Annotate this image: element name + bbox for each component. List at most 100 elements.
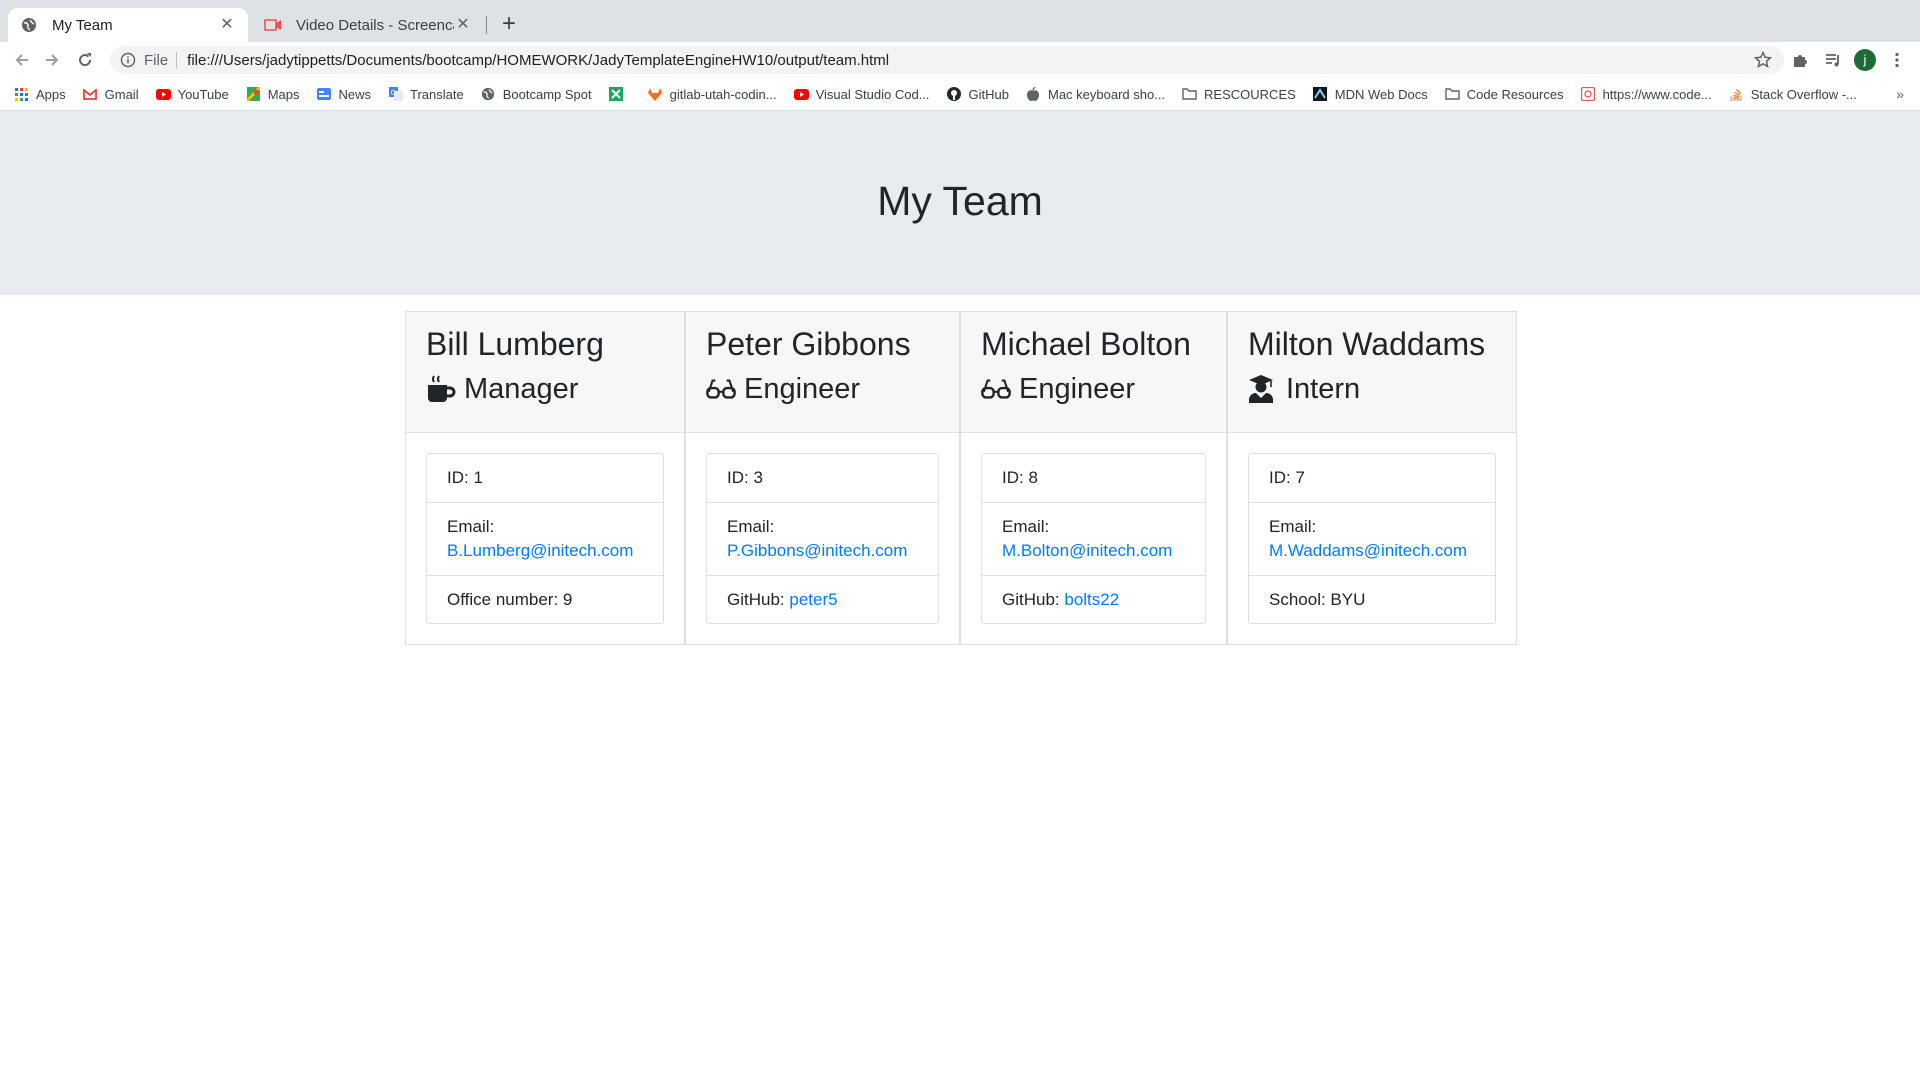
github-link[interactable]: bolts22 <box>1064 588 1119 612</box>
globe-icon <box>481 87 496 102</box>
bookmark-folder-code-resources[interactable]: Code Resources <box>1445 87 1564 102</box>
details-list: ID: 3 Email: P.Gibbons@initech.com GitHu… <box>706 453 939 624</box>
email-label: Email: <box>447 517 495 536</box>
new-tab-button[interactable]: + <box>496 12 522 38</box>
browser-toolbar: File file:///Users/jadytippetts/Document… <box>0 42 1920 78</box>
bookmark-youtube[interactable]: YouTube <box>155 86 229 102</box>
more-vertical-icon <box>1895 52 1899 68</box>
translate-icon: G <box>388 87 403 102</box>
media-control-button[interactable] <box>1821 48 1845 72</box>
bookmark-translate[interactable]: G Translate <box>388 87 464 102</box>
page-content: My Team Bill Lumberg Manager ID: 1 Email… <box>0 111 1920 1080</box>
profile-button[interactable]: j <box>1853 48 1877 72</box>
id-item: ID: 1 <box>447 468 483 487</box>
back-arrow-icon <box>15 54 28 66</box>
menu-button[interactable] <box>1885 48 1909 72</box>
github-link[interactable]: peter5 <box>789 588 837 612</box>
folder-icon <box>1182 87 1197 102</box>
bookmark-bootcamp-spot[interactable]: Bootcamp Spot <box>481 87 592 102</box>
bookmark-spreadsheet[interactable] <box>609 87 631 102</box>
email-label: Email: <box>727 517 775 536</box>
bookmark-star-icon[interactable] <box>1754 51 1772 69</box>
bookmark-visual-studio-code[interactable]: Visual Studio Cod... <box>793 87 930 102</box>
employee-card: Milton Waddams Intern ID: 7 Email: M.Wad… <box>1227 311 1517 645</box>
email-link[interactable]: M.Waddams@initech.com <box>1269 541 1467 560</box>
email-label: Email: <box>1269 517 1317 536</box>
reload-icon <box>79 53 92 67</box>
email-link[interactable]: M.Bolton@initech.com <box>1002 541 1172 560</box>
info-icon[interactable] <box>120 52 136 68</box>
gitlab-icon <box>648 87 663 102</box>
bookmark-gmail[interactable]: Gmail <box>83 87 139 102</box>
bookmark-label: Apps <box>36 86 66 102</box>
employee-card: Bill Lumberg Manager ID: 1 Email: B.Lumb… <box>405 311 685 645</box>
bookmark-github[interactable]: GitHub <box>947 87 1009 102</box>
page-title: My Team <box>877 177 1043 224</box>
codecademy-icon <box>1581 87 1596 102</box>
github-icon <box>947 87 962 102</box>
reload-button[interactable] <box>73 48 97 72</box>
graduate-icon <box>1248 374 1278 404</box>
apps-grid-icon <box>14 87 29 102</box>
bookmark-folder-rescources[interactable]: RESCOURCES <box>1182 87 1296 102</box>
apple-icon <box>1026 87 1041 102</box>
bookmark-mac-keyboard[interactable]: Mac keyboard sho... <box>1026 87 1165 102</box>
bookmark-label: Gmail <box>104 86 139 102</box>
github-label: GitHub: <box>727 589 790 609</box>
bookmark-stack-overflow[interactable]: Stack Overflow -... <box>1729 87 1857 102</box>
bookmarks-overflow-button[interactable]: » <box>1896 86 1904 102</box>
bookmark-apps[interactable]: Apps <box>14 87 66 102</box>
close-icon[interactable]: ✕ <box>218 16 236 34</box>
github-item: GitHub: peter5 <box>707 575 938 623</box>
email-link[interactable]: P.Gibbons@initech.com <box>727 541 907 560</box>
employee-card: Peter Gibbons Engineer ID: 3 Email: P.Gi… <box>685 311 960 645</box>
bookmark-gitlab[interactable]: gitlab-utah-codin... <box>648 87 777 102</box>
url-scheme: File <box>144 51 178 69</box>
employee-role: Engineer <box>981 370 1206 408</box>
role-label: Manager <box>464 373 579 405</box>
screencastify-icon <box>264 16 282 34</box>
card-header: Bill Lumberg Manager <box>406 312 684 433</box>
employee-name: Bill Lumberg <box>426 326 604 362</box>
extensions-button[interactable] <box>1788 48 1812 72</box>
bookmark-news[interactable]: News <box>316 87 371 102</box>
address-bar[interactable]: File file:///Users/jadytippetts/Document… <box>110 46 1784 74</box>
details-list: ID: 1 Email: B.Lumberg@initech.com Offic… <box>426 453 664 624</box>
tab-title: My Team <box>52 16 113 34</box>
mug-icon <box>426 374 456 404</box>
playlist-icon <box>1826 54 1839 67</box>
employee-role: Engineer <box>706 370 939 408</box>
card-header: Milton Waddams Intern <box>1228 312 1516 433</box>
email-link[interactable]: B.Lumberg@initech.com <box>447 541 633 560</box>
email-item: Email: M.Waddams@initech.com <box>1249 502 1495 575</box>
back-button[interactable] <box>10 48 34 72</box>
office-number-item: Office number: 9 <box>427 575 663 623</box>
url-text[interactable]: file:///Users/jadytippetts/Documents/boo… <box>187 52 889 69</box>
bookmark-mdn[interactable]: MDN Web Docs <box>1313 87 1428 102</box>
card-body: ID: 7 Email: M.Waddams@initech.com Schoo… <box>1228 433 1516 644</box>
team-cards: Bill Lumberg Manager ID: 1 Email: B.Lumb… <box>405 311 1517 645</box>
bookmark-maps[interactable]: Maps <box>246 87 299 102</box>
tab-video-details[interactable]: Video Details - Screencastify ✕ <box>252 8 484 42</box>
close-icon[interactable]: ✕ <box>454 16 472 34</box>
id-item: ID: 3 <box>727 468 763 487</box>
page-header: My Team <box>0 111 1920 295</box>
tab-my-team[interactable]: My Team ✕ <box>8 8 248 42</box>
mdn-icon <box>1313 87 1328 102</box>
bookmark-label: Bootcamp Spot <box>502 86 592 102</box>
github-item: GitHub: bolts22 <box>982 575 1205 623</box>
bookmark-label: YouTube <box>177 86 229 102</box>
bookmark-codecademy[interactable]: https://www.code... <box>1581 87 1712 102</box>
bookmark-label: GitHub <box>968 86 1009 102</box>
card-body: ID: 3 Email: P.Gibbons@initech.com GitHu… <box>686 433 959 644</box>
employee-role: Manager <box>426 370 664 408</box>
bookmark-label: https://www.code... <box>1602 86 1712 102</box>
bookmark-label: News <box>338 86 371 102</box>
bookmark-label: Translate <box>410 86 464 102</box>
glasses-icon <box>981 374 1011 404</box>
bookmark-label: gitlab-utah-codin... <box>669 86 777 102</box>
forward-button[interactable] <box>40 48 64 72</box>
bookmark-label: Stack Overflow -... <box>1750 86 1857 102</box>
employee-name: Michael Bolton <box>981 326 1191 362</box>
puzzle-icon <box>1794 55 1807 67</box>
